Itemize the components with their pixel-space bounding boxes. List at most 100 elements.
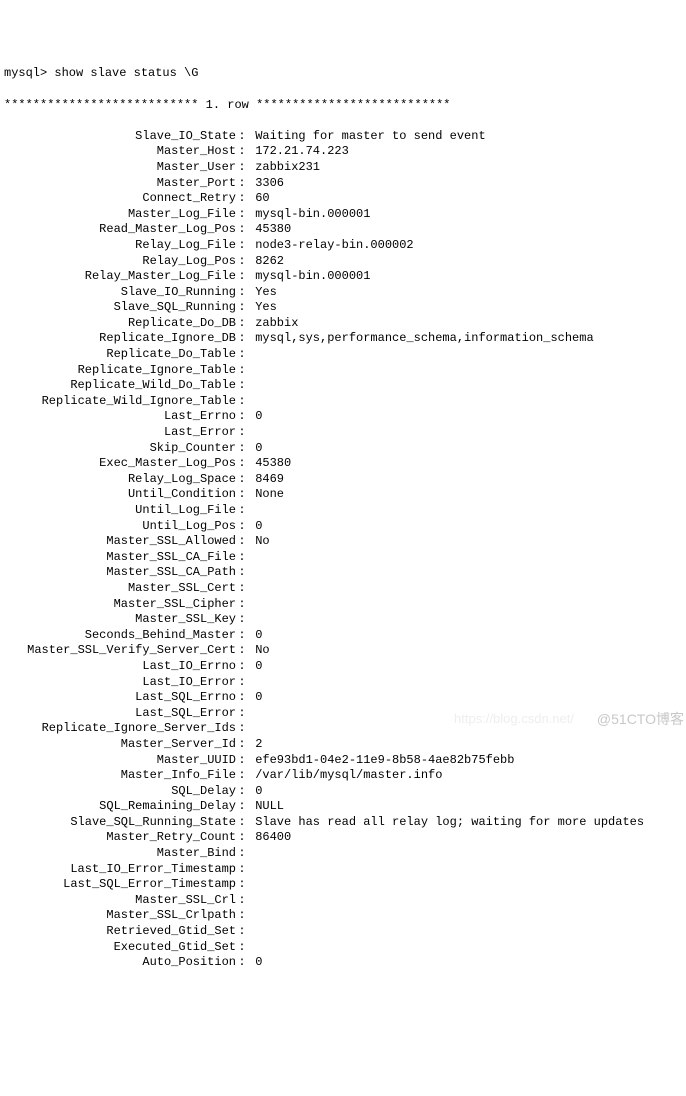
- field-separator: :: [236, 799, 248, 815]
- field-value: zabbix231: [248, 160, 686, 176]
- field-separator: :: [236, 612, 248, 628]
- status-row: Master_Port: 3306: [4, 176, 686, 192]
- field-value: mysql-bin.000001: [248, 207, 686, 223]
- field-value: No: [248, 643, 686, 659]
- field-key: Slave_SQL_Running_State: [4, 815, 236, 831]
- row-header-left: *************************** 1.: [4, 98, 227, 114]
- field-separator: :: [236, 363, 248, 379]
- row-header-right: ***************************: [256, 98, 450, 114]
- field-key: Executed_Gtid_Set: [4, 940, 236, 956]
- field-value: [248, 612, 686, 628]
- field-separator: :: [236, 394, 248, 410]
- field-key: Last_SQL_Error: [4, 706, 236, 722]
- field-value: Waiting for master to send event: [248, 129, 686, 145]
- field-separator: :: [236, 191, 248, 207]
- status-row: Executed_Gtid_Set:: [4, 940, 686, 956]
- status-fields: Slave_IO_State: Waiting for master to se…: [4, 129, 686, 971]
- field-separator: :: [236, 955, 248, 971]
- field-value: 60: [248, 191, 686, 207]
- field-value: 0: [248, 409, 686, 425]
- field-separator: :: [236, 331, 248, 347]
- status-row: Last_SQL_Error_Timestamp:: [4, 877, 686, 893]
- status-row: Slave_SQL_Running: Yes: [4, 300, 686, 316]
- field-separator: :: [236, 207, 248, 223]
- status-row: Master_Host: 172.21.74.223: [4, 144, 686, 160]
- field-value: [248, 924, 686, 940]
- status-row: Last_IO_Error:: [4, 675, 686, 691]
- field-separator: :: [236, 862, 248, 878]
- field-separator: :: [236, 659, 248, 675]
- field-key: Replicate_Ignore_Server_Ids: [4, 721, 236, 737]
- field-separator: :: [236, 877, 248, 893]
- field-key: Master_SSL_Crl: [4, 893, 236, 909]
- field-value: 0: [248, 659, 686, 675]
- status-row: SQL_Remaining_Delay: NULL: [4, 799, 686, 815]
- status-row: Master_Log_File: mysql-bin.000001: [4, 207, 686, 223]
- field-key: Skip_Counter: [4, 441, 236, 457]
- field-key: Replicate_Do_DB: [4, 316, 236, 332]
- field-key: Exec_Master_Log_Pos: [4, 456, 236, 472]
- field-key: Auto_Position: [4, 955, 236, 971]
- field-separator: :: [236, 550, 248, 566]
- status-row: Last_Error:: [4, 425, 686, 441]
- field-key: Master_SSL_Verify_Server_Cert: [4, 643, 236, 659]
- status-row: Connect_Retry: 60: [4, 191, 686, 207]
- status-row: Master_SSL_Crlpath:: [4, 908, 686, 924]
- field-key: Connect_Retry: [4, 191, 236, 207]
- field-value: mysql-bin.000001: [248, 269, 686, 285]
- field-value: 0: [248, 784, 686, 800]
- field-separator: :: [236, 129, 248, 145]
- status-row: Master_UUID: efe93bd1-04e2-11e9-8b58-4ae…: [4, 753, 686, 769]
- field-key: Master_Port: [4, 176, 236, 192]
- field-separator: :: [236, 940, 248, 956]
- status-row: Replicate_Wild_Do_Table:: [4, 378, 686, 394]
- field-separator: :: [236, 784, 248, 800]
- field-key: Master_Info_File: [4, 768, 236, 784]
- field-key: Replicate_Ignore_Table: [4, 363, 236, 379]
- field-key: Retrieved_Gtid_Set: [4, 924, 236, 940]
- field-separator: :: [236, 737, 248, 753]
- status-row: Master_Server_Id: 2: [4, 737, 686, 753]
- status-row: Replicate_Wild_Ignore_Table:: [4, 394, 686, 410]
- field-key: Master_SSL_Allowed: [4, 534, 236, 550]
- status-row: Master_Bind:: [4, 846, 686, 862]
- field-separator: :: [236, 316, 248, 332]
- field-key: Last_Error: [4, 425, 236, 441]
- field-value: 0: [248, 519, 686, 535]
- field-separator: :: [236, 815, 248, 831]
- field-key: Master_Host: [4, 144, 236, 160]
- status-row: Last_SQL_Errno: 0: [4, 690, 686, 706]
- field-separator: :: [236, 238, 248, 254]
- status-row: Slave_SQL_Running_State: Slave has read …: [4, 815, 686, 831]
- status-row: Master_SSL_CA_File:: [4, 550, 686, 566]
- field-value: [248, 877, 686, 893]
- watermark-51cto: @51CTO博客: [597, 710, 684, 728]
- field-value: No: [248, 534, 686, 550]
- field-key: Master_Log_File: [4, 207, 236, 223]
- status-row: Exec_Master_Log_Pos: 45380: [4, 456, 686, 472]
- field-separator: :: [236, 628, 248, 644]
- field-value: 3306: [248, 176, 686, 192]
- field-value: 86400: [248, 830, 686, 846]
- field-key: Relay_Log_Pos: [4, 254, 236, 270]
- field-value: mysql,sys,performance_schema,information…: [248, 331, 686, 347]
- field-value: [248, 597, 686, 613]
- field-value: [248, 363, 686, 379]
- field-value: [248, 846, 686, 862]
- field-value: 0: [248, 628, 686, 644]
- field-key: Master_SSL_Crlpath: [4, 908, 236, 924]
- field-value: 8469: [248, 472, 686, 488]
- status-row: Master_User: zabbix231: [4, 160, 686, 176]
- field-value: 8262: [248, 254, 686, 270]
- field-separator: :: [236, 846, 248, 862]
- field-separator: :: [236, 441, 248, 457]
- field-value: [248, 675, 686, 691]
- field-separator: :: [236, 519, 248, 535]
- status-row: Until_Log_File:: [4, 503, 686, 519]
- status-row: Master_SSL_Verify_Server_Cert: No: [4, 643, 686, 659]
- field-value: 45380: [248, 456, 686, 472]
- field-value: [248, 908, 686, 924]
- field-separator: :: [236, 706, 248, 722]
- field-key: Last_SQL_Error_Timestamp: [4, 877, 236, 893]
- field-key: Relay_Log_File: [4, 238, 236, 254]
